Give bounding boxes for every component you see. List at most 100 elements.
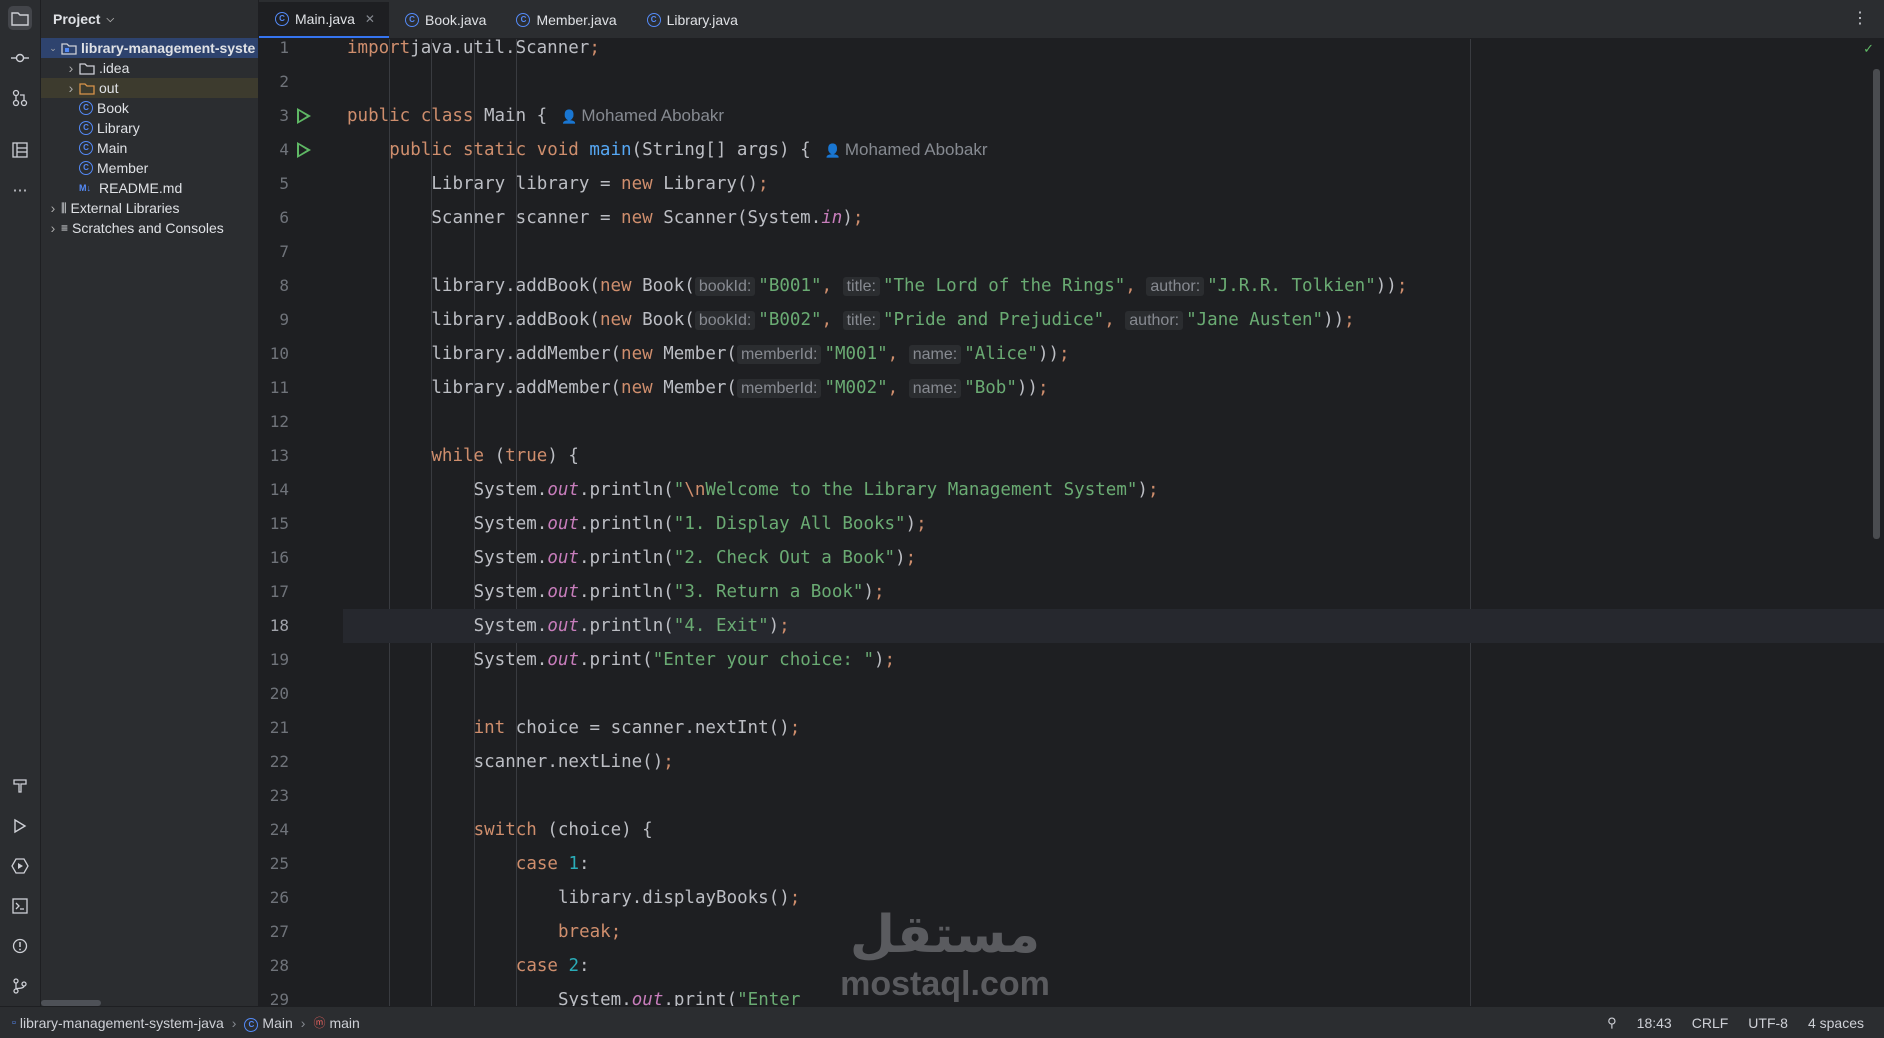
chevron-right-icon[interactable]: › bbox=[47, 200, 59, 216]
services-icon[interactable] bbox=[8, 854, 32, 878]
inspection-ok-icon[interactable]: ✓ bbox=[1863, 41, 1874, 57]
code-line[interactable]: System.out.println("3. Return a Book"); bbox=[343, 575, 1884, 609]
chevron-right-icon[interactable]: › bbox=[65, 60, 77, 76]
breadcrumb-method[interactable]: main bbox=[329, 1015, 359, 1031]
tree-item[interactable]: C Library bbox=[41, 118, 258, 138]
indent-setting[interactable]: 4 spaces bbox=[1808, 1015, 1864, 1031]
code-token: , bbox=[1104, 310, 1126, 330]
code-line[interactable] bbox=[343, 65, 1884, 99]
chevron-down-icon[interactable]: ⌄ bbox=[47, 43, 59, 54]
code-token: new bbox=[599, 310, 643, 330]
more-icon[interactable]: ⋯ bbox=[8, 178, 32, 202]
commit-icon[interactable] bbox=[8, 46, 32, 70]
line-separator[interactable]: CRLF bbox=[1692, 1015, 1729, 1031]
code-text: System.out.print("Enter your choice: "); bbox=[474, 643, 896, 677]
code-line[interactable]: library.addBook(new Book(bookId: "B001", … bbox=[343, 269, 1884, 303]
code-line[interactable]: library.addBook(new Book(bookId: "B002", … bbox=[343, 303, 1884, 337]
git-icon[interactable] bbox=[8, 974, 32, 998]
code-author-hint[interactable]: 👤 Mohamed Abobakr bbox=[561, 106, 724, 125]
code-line[interactable]: library.addMember(new Member(memberId: "M… bbox=[343, 337, 1884, 371]
code-line[interactable]: while (true) { bbox=[343, 439, 1884, 473]
code-line[interactable] bbox=[343, 405, 1884, 439]
tree-item[interactable]: C Main bbox=[41, 138, 258, 158]
line-number: 15 bbox=[269, 514, 289, 533]
code-line[interactable]: case 2: bbox=[343, 949, 1884, 983]
project-panel-header[interactable]: Project ⌵ bbox=[41, 0, 258, 38]
notifications-icon[interactable]: ⚲ bbox=[1607, 1015, 1617, 1031]
code-token: ; bbox=[874, 582, 885, 602]
code-line[interactable]: case 1: bbox=[343, 847, 1884, 881]
code-line[interactable]: int choice = scanner.nextInt(); bbox=[343, 711, 1884, 745]
terminal-icon[interactable] bbox=[8, 894, 32, 918]
tab-library-java[interactable]: C Library.java bbox=[631, 2, 752, 38]
gutter-row: 24 bbox=[259, 813, 343, 847]
code-line[interactable] bbox=[343, 677, 1884, 711]
tree-item[interactable]: C Member bbox=[41, 158, 258, 178]
code-line[interactable]: switch (choice) { bbox=[343, 813, 1884, 847]
breadcrumb-class[interactable]: Main bbox=[262, 1015, 292, 1031]
code-line[interactable] bbox=[343, 779, 1884, 813]
code-editor[interactable]: 1 2 3 4 5 6 7 8 9 10 11 12 13 14 15 16 17 18 19 20 21 22 23 24 2… bbox=[259, 39, 1884, 1006]
code-line[interactable]: System.out.print("Enter bbox=[343, 983, 1884, 1006]
close-icon[interactable]: ✕ bbox=[365, 12, 375, 26]
breadcrumb-project[interactable]: library-management-system-java bbox=[20, 1015, 224, 1031]
editor-scrollbar[interactable] bbox=[1873, 69, 1880, 539]
tab-label: Member.java bbox=[536, 12, 617, 28]
gutter-row: 25 bbox=[259, 847, 343, 881]
caret-position[interactable]: 18:43 bbox=[1637, 1015, 1672, 1031]
code-token: ) bbox=[842, 208, 853, 228]
code-line[interactable]: break; bbox=[343, 915, 1884, 949]
code-line[interactable]: Library library = new Library(); bbox=[343, 167, 1884, 201]
code-line[interactable]: System.out.print("Enter your choice: "); bbox=[343, 643, 1884, 677]
gutter-row: 6 bbox=[259, 201, 343, 235]
code-token: ; bbox=[1344, 310, 1355, 330]
code-token: "M001" bbox=[824, 344, 888, 364]
run-icon[interactable] bbox=[8, 814, 32, 838]
chevron-right-icon[interactable]: › bbox=[47, 220, 59, 236]
code-line[interactable]: System.out.println("2. Check Out a Book"… bbox=[343, 541, 1884, 575]
line-number: 20 bbox=[269, 684, 289, 703]
structure-icon[interactable] bbox=[8, 138, 32, 162]
code-token: Book( bbox=[642, 276, 695, 296]
code-author-hint[interactable]: 👤 Mohamed Abobakr bbox=[825, 140, 988, 159]
code-line[interactable]: Scanner scanner = new Scanner(System.in)… bbox=[343, 201, 1884, 235]
problems-icon[interactable] bbox=[8, 934, 32, 958]
code-line[interactable]: public class Main {👤 Mohamed Abobakr bbox=[343, 99, 1884, 133]
code-token: "3. Return a Book" bbox=[673, 582, 864, 602]
tree-item[interactable]: › .idea bbox=[41, 58, 258, 78]
code-line[interactable]: System.out.println("4. Exit"); bbox=[343, 609, 1884, 643]
folder-icon[interactable] bbox=[8, 6, 32, 30]
code-token: System. bbox=[558, 990, 632, 1006]
code-line[interactable] bbox=[343, 235, 1884, 269]
tab-member-java[interactable]: C Member.java bbox=[500, 2, 630, 38]
code-line[interactable]: public static void main(String[] args) {… bbox=[343, 133, 1884, 167]
run-gutter-icon[interactable] bbox=[297, 142, 311, 158]
code-line[interactable]: library.addMember(new Member(memberId: "M… bbox=[343, 371, 1884, 405]
code-line[interactable]: library.displayBooks(); bbox=[343, 881, 1884, 915]
build-icon[interactable] bbox=[8, 774, 32, 798]
project-panel: Project ⌵ ⌄ library-management-syste › .ide… bbox=[41, 0, 258, 1006]
file-encoding[interactable]: UTF-8 bbox=[1748, 1015, 1788, 1031]
tab-main-java[interactable]: C Main.java ✕ bbox=[259, 2, 389, 38]
chevron-right-icon[interactable]: › bbox=[65, 80, 77, 96]
run-gutter-icon[interactable] bbox=[297, 108, 311, 124]
gutter-row: 26 bbox=[259, 881, 343, 915]
pull-requests-icon[interactable] bbox=[8, 86, 32, 110]
code-line[interactable]: scanner.nextLine(); bbox=[343, 745, 1884, 779]
author-name: Mohamed Abobakr bbox=[844, 140, 988, 159]
tree-item[interactable]: M↓ README.md bbox=[41, 178, 258, 198]
tree-item[interactable]: › ≡ Scratches and Consoles bbox=[41, 218, 258, 238]
code-line[interactable]: System.out.println("1. Display All Books… bbox=[343, 507, 1884, 541]
tab-book-java[interactable]: C Book.java bbox=[389, 2, 500, 38]
tree-item[interactable]: ⌄ library-management-syste bbox=[41, 38, 258, 58]
code-line[interactable]: System.out.println("\nWelcome to the Lib… bbox=[343, 473, 1884, 507]
more-vertical-icon[interactable]: ⋮ bbox=[1852, 8, 1868, 28]
tree-item[interactable]: › out bbox=[41, 78, 258, 98]
code-line[interactable]: importjava.util.Scanner; bbox=[343, 39, 1884, 65]
code-token: ; bbox=[916, 514, 927, 534]
chevron-down-icon[interactable]: ⌵ bbox=[106, 14, 114, 25]
tree-item[interactable]: C Book bbox=[41, 98, 258, 118]
tree-item[interactable]: › ⫼ External Libraries bbox=[41, 198, 258, 218]
code-area[interactable]: importjava.util.Scanner; public class Mai… bbox=[343, 39, 1884, 1006]
code-token: Member( bbox=[663, 378, 737, 398]
